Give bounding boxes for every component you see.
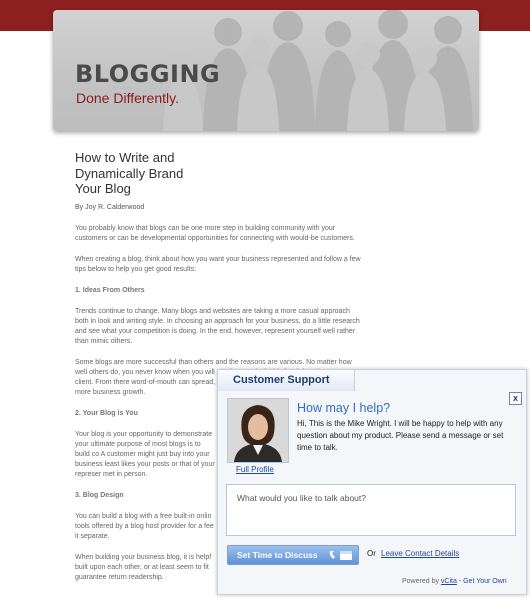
article-paragraph: When creating a blog, think about how yo… [75,255,361,273]
agent-intro-text: Hi, This is the Mike Wright. I will be h… [297,419,504,452]
full-profile-link[interactable]: Full Profile [236,465,274,474]
get-your-own-link[interactable]: - Get Your Own [459,578,507,585]
hero-banner: BLOGGING Done Differently. [53,10,479,131]
article-paragraph: Trends continue to change. Many blogs an… [75,307,360,345]
avatar[interactable] [227,398,289,463]
message-box[interactable] [226,484,516,536]
powered-by: Powered by vCita - Get Your Own [402,578,507,585]
chat-tab-label: Customer Support [233,374,330,386]
chat-heading: How may I help? [297,401,391,415]
article-paragraph: You can build a blog with a free built-i… [75,512,214,540]
leave-contact-details-link[interactable]: Leave Contact Details [381,549,459,558]
article-paragraph: Your blog is your opportunity to demonst… [75,430,215,478]
article-title: How to Write and Dynamically Brand Your … [75,150,184,196]
message-input[interactable] [235,492,509,504]
calendar-icon [340,551,352,560]
powered-by-label: Powered by [402,578,439,585]
set-time-button-label: Set Time to Discuss [237,550,318,560]
set-time-button[interactable]: Set Time to Discuss [227,545,359,565]
vcita-link[interactable]: vCita [441,578,457,585]
article-author: By Joy R. Calderwood [75,203,145,211]
phone-icon [329,551,335,559]
hero-tagline: Done Differently. [76,90,179,106]
article-paragraph: You probably know that blogs can be one … [75,224,355,242]
or-label: Or [367,549,376,558]
article-paragraph: When building your business blog, it is … [75,553,212,581]
close-button[interactable]: x [509,392,522,405]
chat-tab[interactable]: Customer Support [217,369,355,391]
agent-photo [228,399,288,462]
section-heading: 1. Ideas From Others [75,286,145,294]
hero-title: BLOGGING [75,60,221,88]
